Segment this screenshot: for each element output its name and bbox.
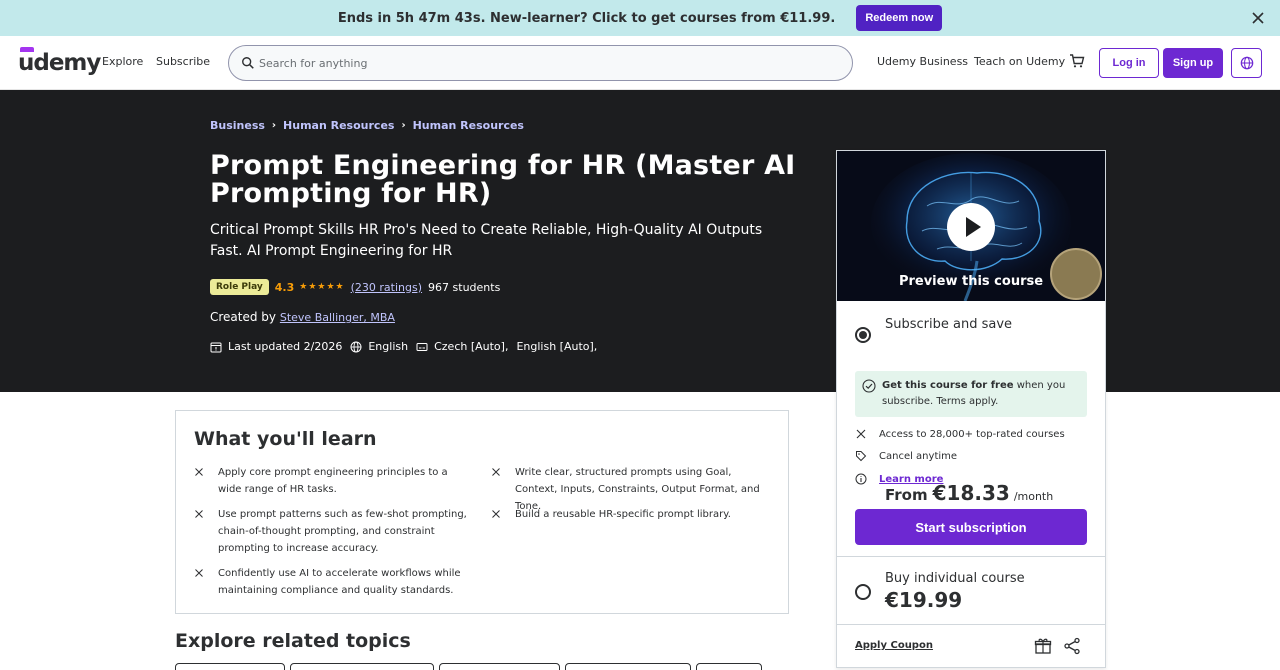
start-subscription-button[interactable]: Start subscription (855, 509, 1087, 545)
what-youll-learn: What you'll learn Apply core prompt engi… (175, 410, 789, 614)
subscribe-title: Subscribe and save (885, 317, 1013, 332)
caption-language: English [Auto], (516, 340, 598, 353)
learn-item: Apply core prompt engineering principles… (194, 464, 464, 498)
course-meta: Last updated 2/2026 English Czech [Auto]… (210, 340, 605, 353)
created-label: Created by (210, 310, 277, 324)
free-course-text: Get this course for free when you subscr… (882, 378, 1082, 410)
udemy-logo[interactable]: udemy (18, 50, 101, 76)
individual-price: €19.99 (885, 588, 963, 612)
free-bold: Get this course for free (882, 380, 1014, 391)
feature-item: Learn more (855, 473, 943, 485)
language-button[interactable] (1231, 48, 1262, 78)
play-button[interactable] (947, 203, 995, 251)
course-language: English (368, 340, 409, 353)
breadcrumb-item[interactable]: Human Resources (413, 119, 524, 132)
subscription-radio[interactable] (855, 327, 871, 343)
check-icon (492, 510, 500, 518)
topic-chip[interactable] (439, 663, 560, 670)
purchase-card: Preview this course Subscribe and save F… (836, 150, 1106, 668)
breadcrumb: Business › Human Resources › Human Resou… (210, 119, 524, 132)
promo-text[interactable]: Ends in 5h 47m 43s. New-learner? Click t… (338, 11, 836, 26)
search-input[interactable] (259, 56, 819, 70)
calendar-alert-icon (210, 342, 222, 352)
check-icon (195, 510, 203, 518)
breadcrumb-item[interactable]: Human Resources (283, 119, 394, 132)
check-icon (492, 468, 500, 476)
feature-text: Access to 28,000+ top-rated courses (879, 428, 1065, 440)
explore-topics-heading: Explore related topics (175, 630, 411, 652)
teach-link[interactable]: Teach on Udemy (974, 55, 1065, 68)
share-icon[interactable] (1063, 637, 1081, 655)
feature-text: Cancel anytime (879, 450, 958, 462)
topic-chip[interactable] (290, 663, 434, 670)
gift-icon[interactable] (1034, 637, 1052, 655)
instructor-link[interactable]: Steve Ballinger, MBA (280, 311, 395, 324)
caption-language: Czech [Auto], (434, 340, 509, 353)
star-rating-icon: ★★★★★ (299, 282, 345, 292)
globe-icon (1240, 56, 1253, 70)
learn-item-text: Use prompt patterns such as few-shot pro… (218, 509, 467, 554)
search-bar (228, 45, 853, 81)
rating-value: 4.3 (274, 280, 295, 294)
learn-more-link[interactable]: Learn more (879, 474, 943, 485)
topic-chip[interactable] (565, 663, 691, 670)
course-subtitle: Critical Prompt Skills HR Pro's Need to … (210, 222, 763, 259)
buy-individual-title: Buy individual course (885, 571, 1025, 586)
course-title: Prompt Engineering for HR (Master AI Pro… (210, 150, 796, 209)
per-month: /month (1013, 490, 1054, 503)
monthly-price: €18.33 (932, 481, 1010, 505)
topic-chip[interactable] (696, 663, 762, 670)
learn-item-text: Build a reusable HR-specific prompt libr… (515, 509, 731, 520)
play-icon (966, 217, 981, 237)
check-badge-icon (862, 379, 876, 393)
globe-icon (350, 341, 362, 352)
rating-row: Role Play 4.3 ★★★★★ (230 ratings) 967 st… (210, 279, 500, 295)
close-icon[interactable] (1250, 10, 1266, 26)
feature-item: Cancel anytime (855, 450, 957, 462)
last-updated: Last updated 2/2026 (228, 340, 343, 353)
learn-item: Confidently use AI to accelerate workflo… (194, 565, 464, 599)
breadcrumb-item[interactable]: Business (210, 119, 265, 132)
ratings-count-link[interactable]: (230 ratings) (351, 281, 422, 294)
top-header: udemy Explore Subscribe Udemy Business T… (0, 36, 1280, 90)
tag-icon (856, 451, 867, 462)
learn-item-text: Confidently use AI to accelerate workflo… (218, 568, 461, 596)
course-preview[interactable]: Preview this course (837, 151, 1105, 301)
learn-item: Use prompt patterns such as few-shot pro… (194, 506, 474, 557)
role-play-badge: Role Play (210, 279, 269, 295)
redeem-now-button[interactable]: Redeem now (856, 5, 943, 31)
udemy-business-link[interactable]: Udemy Business (877, 55, 968, 68)
cart-icon[interactable] (1069, 53, 1085, 69)
feature-item: Access to 28,000+ top-rated courses (855, 428, 1065, 440)
check-icon (195, 569, 203, 577)
chevron-right-icon: › (271, 120, 277, 131)
courses-icon (856, 429, 866, 439)
learn-item-text: Apply core prompt engineering principles… (218, 467, 448, 495)
info-icon (855, 473, 867, 485)
coupon-row: Apply Coupon (837, 624, 1105, 668)
topic-chip[interactable] (175, 663, 285, 670)
students-count: 967 students (428, 280, 501, 294)
created-by: Created by Steve Ballinger, MBA (210, 310, 395, 324)
signup-button[interactable]: Sign up (1163, 48, 1223, 78)
captions-icon (416, 342, 428, 351)
search-icon[interactable] (241, 56, 255, 70)
apply-coupon-link[interactable]: Apply Coupon (855, 640, 933, 651)
login-button[interactable]: Log in (1099, 48, 1159, 78)
from-label: From (885, 486, 928, 504)
promo-banner: Ends in 5h 47m 43s. New-learner? Click t… (0, 0, 1280, 36)
learn-item: Build a reusable HR-specific prompt libr… (491, 506, 766, 523)
subscribe-link[interactable]: Subscribe (156, 55, 210, 68)
free-course-notice: Get this course for free when you subscr… (855, 371, 1087, 417)
buy-individual-radio[interactable] (855, 584, 871, 600)
preview-label[interactable]: Preview this course (837, 274, 1105, 289)
explore-link[interactable]: Explore (102, 55, 143, 68)
learn-heading: What you'll learn (194, 428, 377, 450)
chevron-right-icon: › (401, 120, 406, 131)
check-icon (195, 468, 203, 476)
